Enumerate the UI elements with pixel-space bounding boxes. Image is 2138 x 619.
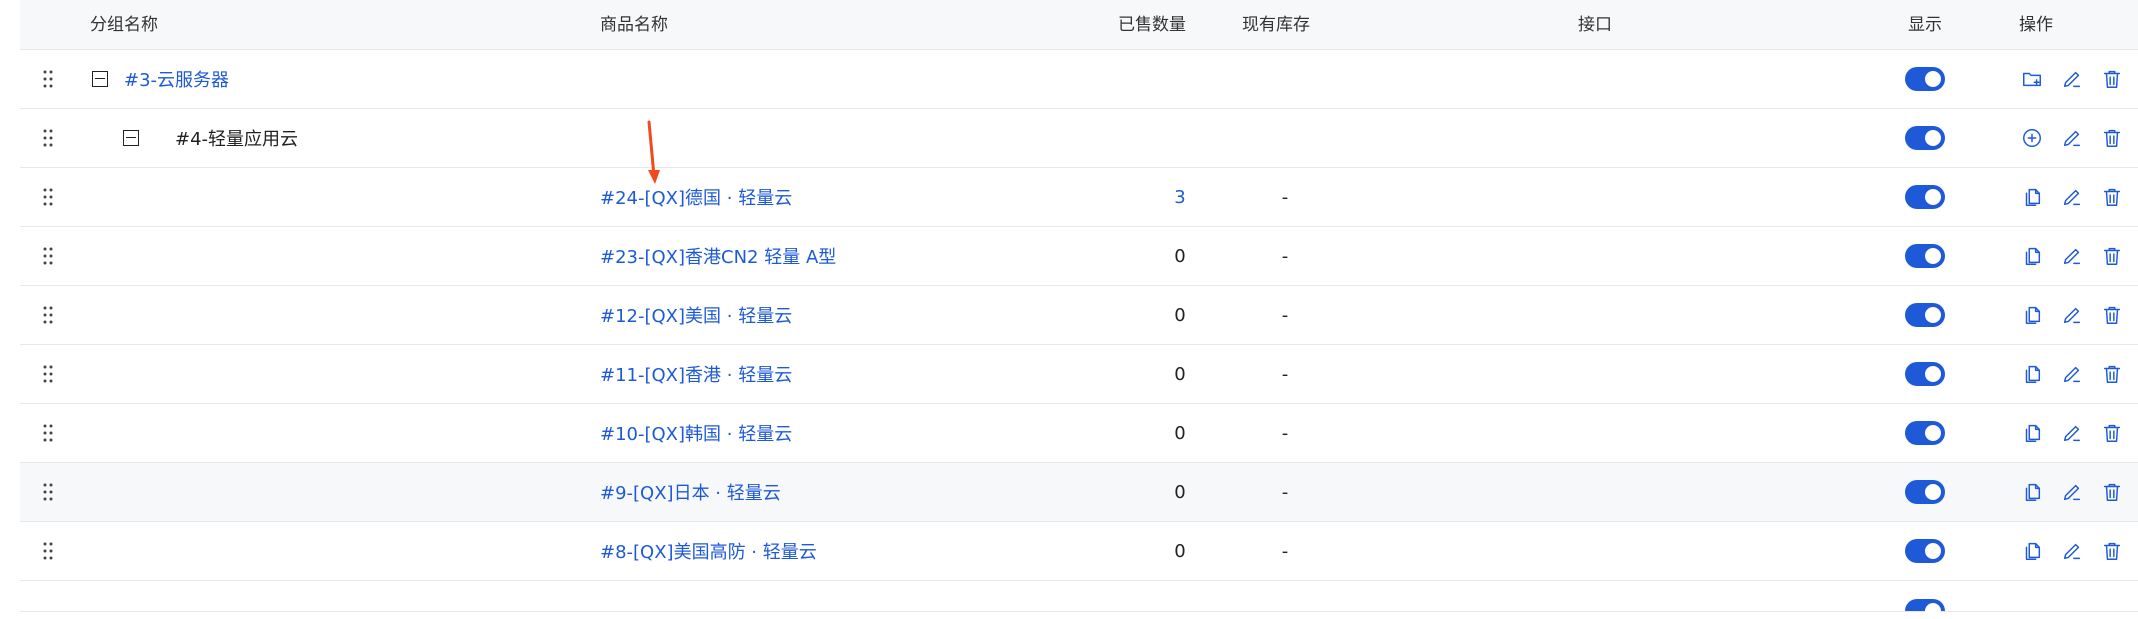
drag-handle-icon[interactable]: [36, 168, 60, 226]
delete-icon[interactable]: [2100, 244, 2124, 268]
delete-icon[interactable]: [2100, 362, 2124, 386]
subgroup-name: #4-轻量应用云: [175, 129, 299, 150]
sold-count: 0: [1174, 540, 1186, 562]
table-row: #24-[QX]德国 · 轻量云 3 -: [20, 168, 2138, 227]
table-row: #8-[QX]美国高防 · 轻量云 0 -: [20, 522, 2138, 581]
edit-icon[interactable]: [2060, 421, 2084, 445]
display-toggle[interactable]: [1905, 67, 1945, 91]
copy-icon[interactable]: [2020, 244, 2044, 268]
delete-icon[interactable]: [2100, 421, 2124, 445]
product-name-link[interactable]: #24-[QX]德国 · 轻量云: [600, 184, 792, 210]
edit-icon[interactable]: [2060, 539, 2084, 563]
copy-icon[interactable]: [2020, 362, 2044, 386]
product-table: 分组名称 商品名称 已售数量 现有库存 接口 显示 操作 #3-云服务器 #4-…: [20, 0, 2138, 619]
stock-value: -: [1281, 422, 1289, 444]
table-row: #9-[QX]日本 · 轻量云 0 -: [20, 463, 2138, 522]
stock-value: -: [1281, 481, 1289, 503]
stock-value: -: [1281, 245, 1289, 267]
header-interface: 接口: [1578, 15, 1612, 35]
edit-icon[interactable]: [2060, 303, 2084, 327]
display-toggle[interactable]: [1905, 539, 1945, 563]
delete-icon[interactable]: [2100, 303, 2124, 327]
edit-icon[interactable]: [2060, 244, 2084, 268]
copy-icon[interactable]: [2020, 185, 2044, 209]
product-name-link[interactable]: #8-[QX]美国高防 · 轻量云: [600, 538, 817, 564]
drag-handle-icon[interactable]: [36, 522, 60, 580]
sold-count: 0: [1174, 422, 1186, 444]
product-name-link[interactable]: #23-[QX]香港CN2 轻量 A型: [600, 243, 836, 269]
display-toggle[interactable]: [1905, 480, 1945, 504]
table-header: 分组名称 商品名称 已售数量 现有库存 接口 显示 操作: [20, 0, 2138, 50]
edit-icon[interactable]: [2060, 362, 2084, 386]
stock-value: -: [1281, 186, 1289, 208]
drag-handle-icon[interactable]: [36, 227, 60, 285]
collapse-icon[interactable]: [123, 130, 139, 146]
edit-icon[interactable]: [2060, 185, 2084, 209]
display-toggle[interactable]: [1905, 126, 1945, 150]
display-toggle[interactable]: [1905, 303, 1945, 327]
table-row-partial: [20, 581, 2138, 619]
group-row: #3-云服务器: [20, 50, 2138, 109]
delete-icon[interactable]: [2100, 480, 2124, 504]
drag-handle-icon[interactable]: [36, 404, 60, 462]
collapse-icon[interactable]: [92, 71, 108, 87]
table-row: #10-[QX]韩国 · 轻量云 0 -: [20, 404, 2138, 463]
delete-icon[interactable]: [2100, 539, 2124, 563]
sold-count: 0: [1174, 481, 1186, 503]
edit-icon[interactable]: [2060, 480, 2084, 504]
copy-icon[interactable]: [2020, 303, 2044, 327]
product-name-link[interactable]: #9-[QX]日本 · 轻量云: [600, 479, 781, 505]
add-circle-icon[interactable]: [2020, 126, 2044, 150]
add-folder-icon[interactable]: [2020, 67, 2044, 91]
product-name-link[interactable]: #11-[QX]香港 · 轻量云: [600, 361, 792, 387]
display-toggle[interactable]: [1905, 599, 1945, 619]
drag-handle-icon[interactable]: [36, 50, 60, 108]
sold-count: 0: [1174, 245, 1186, 267]
table-row: #11-[QX]香港 · 轻量云 0 -: [20, 345, 2138, 404]
product-name-link[interactable]: #10-[QX]韩国 · 轻量云: [600, 420, 792, 446]
group-name-link[interactable]: #3-云服务器: [124, 66, 229, 92]
sold-count: 0: [1174, 304, 1186, 326]
sold-count: 0: [1174, 363, 1186, 385]
header-product-name: 商品名称: [600, 15, 668, 35]
edit-icon[interactable]: [2060, 126, 2084, 150]
sold-count[interactable]: 3: [1174, 187, 1185, 208]
header-display: 显示: [1908, 15, 1942, 35]
copy-icon[interactable]: [2020, 421, 2044, 445]
copy-icon[interactable]: [2020, 539, 2044, 563]
copy-icon[interactable]: [2020, 480, 2044, 504]
header-group-name: 分组名称: [90, 15, 158, 35]
header-stock: 现有库存: [1242, 15, 1310, 35]
stock-value: -: [1281, 363, 1289, 385]
display-toggle[interactable]: [1905, 421, 1945, 445]
stock-value: -: [1281, 304, 1289, 326]
group-row: #4-轻量应用云: [20, 109, 2138, 168]
annotation-arrow-icon: [647, 120, 660, 184]
delete-icon[interactable]: [2100, 185, 2124, 209]
drag-handle-icon[interactable]: [36, 109, 60, 167]
product-name-link[interactable]: #12-[QX]美国 · 轻量云: [600, 302, 792, 328]
header-actions: 操作: [2019, 15, 2053, 35]
delete-icon[interactable]: [2100, 126, 2124, 150]
drag-handle-icon[interactable]: [36, 463, 60, 521]
edit-icon[interactable]: [2060, 67, 2084, 91]
table-row: #23-[QX]香港CN2 轻量 A型 0 -: [20, 227, 2138, 286]
drag-handle-icon[interactable]: [36, 345, 60, 403]
header-sold: 已售数量: [1118, 15, 1186, 35]
table-row: #12-[QX]美国 · 轻量云 0 -: [20, 286, 2138, 345]
delete-icon[interactable]: [2100, 67, 2124, 91]
display-toggle[interactable]: [1905, 362, 1945, 386]
drag-handle-icon[interactable]: [36, 286, 60, 344]
display-toggle[interactable]: [1905, 244, 1945, 268]
display-toggle[interactable]: [1905, 185, 1945, 209]
stock-value: -: [1281, 540, 1289, 562]
